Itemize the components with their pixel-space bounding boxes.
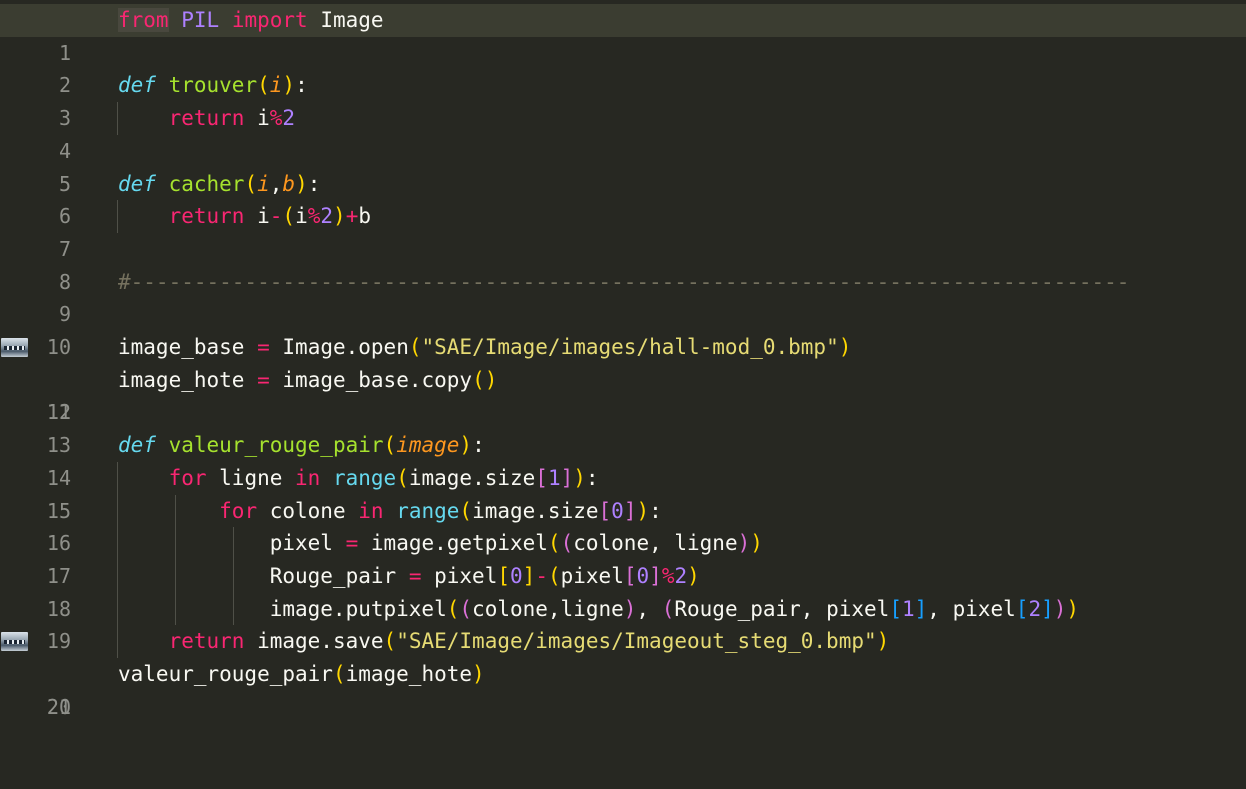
code-text[interactable]: for ligne in range(image.size[1]): [118, 462, 599, 495]
code-line-1[interactable]: 1 from PIL import Image [0, 4, 1246, 65]
code-line-8[interactable]: 8 [0, 233, 1246, 294]
code-text[interactable]: return i-(i%2)+b [118, 200, 371, 233]
code-text[interactable]: image.putpixel((colone,ligne), (Rouge_pa… [118, 593, 1079, 626]
image-preview-icon[interactable] [1, 632, 28, 652]
code-text[interactable]: pixel = image.getpixel((colone, ligne)) [118, 527, 763, 560]
code-line-2[interactable]: 2 [0, 37, 1246, 97]
code-text[interactable]: valeur_rouge_pair(image_hote) [118, 658, 485, 691]
comment-separator[interactable]: #---------------------------------------… [118, 266, 1129, 299]
code-line-6[interactable]: 6 def cacher(i,b): [0, 168, 1246, 229]
code-line-17[interactable]: 17 pixel = image.getpixel((colone, ligne… [0, 527, 1246, 588]
code-text[interactable]: Rouge_pair = pixel[0]-(pixel[0]%2) [118, 560, 700, 593]
code-line-13[interactable]: 13 [0, 396, 1246, 457]
code-line-15[interactable]: 15 for ligne in range(image.size[1]): [0, 462, 1246, 523]
code-line-7[interactable]: 7 return i-(i%2)+b [0, 200, 1246, 261]
indent-guide [117, 462, 118, 658]
code-line-12[interactable]: 12 image_hote = image_base.copy() [0, 364, 1246, 425]
indent-guide [175, 495, 176, 625]
code-editor[interactable]: 1 from PIL import Image 2 3 def trouver(… [0, 0, 1246, 719]
code-line-21[interactable]: 21 valeur_rouge_pair(image_hote) [0, 658, 1246, 719]
code-line-9[interactable]: 9 #-------------------------------------… [0, 266, 1246, 327]
line-number: 21 [46, 694, 71, 719]
code-text[interactable]: def trouver(i): [118, 69, 308, 102]
code-text[interactable]: from PIL import Image [118, 4, 384, 37]
code-text[interactable]: def cacher(i,b): [118, 168, 320, 201]
code-line-14[interactable]: 14 def valeur_rouge_pair(image): [0, 429, 1246, 490]
image-preview-icon[interactable] [1, 338, 28, 357]
code-text[interactable]: image_base = Image.open("SAE/Image/image… [118, 331, 851, 364]
code-line-18[interactable]: 18 Rouge_pair = pixel[0]-(pixel[0]%2) [0, 560, 1246, 621]
code-text[interactable]: def valeur_rouge_pair(image): [118, 429, 485, 462]
code-line-10[interactable]: 10 [0, 298, 1246, 359]
code-text[interactable]: for colone in range(image.size[0]): [118, 495, 662, 528]
code-line-19[interactable]: 19 image.putpixel((colone,ligne), (Rouge… [0, 593, 1246, 654]
indent-guide [233, 527, 234, 625]
indent-guide [117, 102, 118, 135]
code-line-11[interactable]: 11 image_base = Image.open("SAE/Image/im… [0, 331, 1246, 424]
code-line-20[interactable]: 20 return image.save("SAE/Image/images/I… [0, 625, 1246, 719]
code-line-16[interactable]: 16 for colone in range(image.size[0]): [0, 495, 1246, 556]
code-line-3[interactable]: 3 def trouver(i): [0, 69, 1246, 130]
indent-guide [117, 200, 118, 233]
code-text[interactable]: return i%2 [118, 102, 295, 135]
code-text[interactable]: image_hote = image_base.copy() [118, 364, 497, 397]
code-line-5[interactable]: 5 [0, 135, 1246, 196]
code-line-4[interactable]: 4 return i%2 [0, 102, 1246, 163]
code-text[interactable]: return image.save("SAE/Image/images/Imag… [118, 625, 890, 658]
